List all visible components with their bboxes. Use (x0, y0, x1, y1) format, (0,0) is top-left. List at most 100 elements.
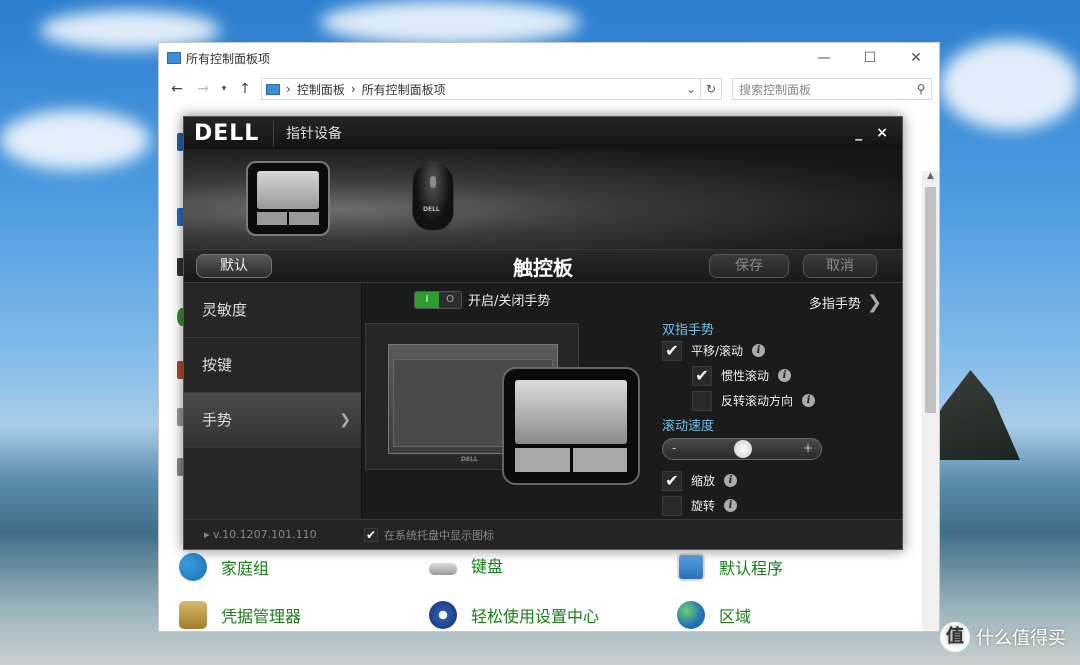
close-button[interactable]: ✕ (893, 50, 939, 66)
panel-title: 触控板 (513, 255, 573, 280)
reverse-scroll-checkbox[interactable] (692, 390, 712, 411)
pan-scroll-checkbox[interactable]: ✔ (662, 340, 682, 361)
navigation-bar: ← → ▾ ↑ › 控制面板 › 所有控制面板项 ⌄ ↻ 搜索控制面板 ⚲ (159, 73, 939, 105)
maximize-button[interactable]: ☐ (847, 50, 893, 66)
mouse-icon[interactable]: DELL (412, 161, 454, 231)
search-box[interactable]: 搜索控制面板 ⚲ (732, 78, 932, 100)
scroll-speed-slider[interactable]: - + (662, 438, 822, 460)
info-icon[interactable]: i (752, 344, 766, 357)
dialog-title-bar: DELL 指针设备 _ × (184, 117, 902, 149)
item-ease-of-access[interactable]: 轻松使用设置中心 (429, 601, 599, 629)
save-button[interactable]: 保存 (709, 254, 789, 278)
control-panel-small-icon (266, 83, 280, 95)
control-panel-icon (167, 52, 181, 64)
breadcrumb-control-panel[interactable]: 控制面板 (297, 81, 345, 98)
two-finger-section-title: 双指手势 (662, 323, 715, 338)
multi-finger-gestures-link[interactable]: 多指手势 ❯ (809, 292, 882, 313)
ease-of-access-icon (429, 601, 457, 629)
breadcrumb-all-items[interactable]: 所有控制面板项 (362, 81, 446, 98)
window-title: 所有控制面板项 (186, 51, 271, 66)
sidebar-item-gestures[interactable]: 手势 ❯ (184, 393, 361, 448)
default-button[interactable]: 默认 (196, 254, 272, 278)
show-tray-icon-option: ✔ 在系统托盘中显示图标 (364, 527, 494, 543)
item-keyboard[interactable]: 键盘 (429, 553, 503, 577)
slider-minus: - (672, 441, 677, 455)
sidebar-item-label: 手势 (202, 411, 233, 429)
item-default-programs[interactable]: 默认程序 (677, 553, 783, 581)
show-tray-icon-checkbox[interactable]: ✔ (364, 527, 378, 542)
device-selector: DELL (184, 149, 902, 249)
up-arrow-icon[interactable]: ↑ (235, 81, 255, 97)
forward-arrow-icon[interactable]: → (193, 81, 213, 97)
item-region[interactable]: 区域 (677, 601, 751, 629)
region-icon (677, 601, 705, 629)
item-credential-manager[interactable]: 凭据管理器 (179, 601, 301, 629)
option-label: 缩放 (691, 474, 716, 488)
vertical-scrollbar[interactable]: ▲ (922, 171, 939, 631)
zoom-checkbox[interactable]: ✔ (662, 470, 682, 491)
item-label: 轻松使用设置中心 (471, 607, 600, 626)
rotate-checkbox[interactable] (662, 495, 682, 516)
info-icon[interactable]: i (778, 369, 792, 382)
option-label: 平移/滚动 (691, 344, 744, 358)
chevron-right-icon: ❯ (866, 292, 882, 313)
sidebar-item-label: 按键 (202, 356, 233, 374)
sidebar-item-label: 灵敏度 (202, 301, 248, 319)
item-homegroup[interactable]: 家庭组 (179, 553, 269, 581)
slider-knob[interactable] (734, 440, 752, 458)
dialog-minimize-button[interactable]: _ (855, 125, 862, 141)
gesture-toggle-switch[interactable]: I O (414, 291, 462, 309)
sidebar-item-sensitivity[interactable]: 灵敏度 (184, 283, 361, 338)
scroll-up-arrow-icon[interactable]: ▲ (922, 171, 939, 181)
dell-logo: DELL (184, 120, 274, 146)
touchpad-icon[interactable] (246, 161, 330, 236)
multi-finger-label: 多指手势 (808, 297, 861, 312)
dell-pointing-device-dialog: DELL 指针设备 _ × DELL 默认 触控板 保存 取消 灵敏度 按键 手… (183, 116, 903, 550)
touchpad-illustration (502, 367, 640, 485)
refresh-icon[interactable]: ↻ (700, 78, 722, 100)
address-bar[interactable]: › 控制面板 › 所有控制面板项 ⌄ (261, 78, 701, 100)
cloud (320, 0, 580, 45)
sidebar-item-buttons[interactable]: 按键 (184, 338, 361, 393)
cancel-button[interactable]: 取消 (803, 254, 877, 278)
default-programs-icon (677, 553, 705, 581)
back-arrow-icon[interactable]: ← (167, 81, 187, 97)
inertial-scroll-checkbox[interactable]: ✔ (692, 365, 712, 386)
item-label: 区域 (719, 607, 752, 626)
dialog-title: 指针设备 (286, 126, 342, 142)
address-dropdown-icon[interactable]: ⌄ (682, 82, 700, 96)
item-label: 键盘 (471, 557, 504, 576)
cloud (0, 110, 150, 170)
info-icon[interactable]: i (724, 474, 738, 487)
option-label: 旋转 (691, 499, 716, 513)
info-icon[interactable]: i (724, 499, 738, 512)
toggle-on-segment: I (415, 292, 439, 308)
dialog-body: 灵敏度 按键 手势 ❯ I O 开启/关闭手势 多指手势 ❯ DELL 双指手势… (184, 283, 902, 519)
breadcrumb-separator: › (286, 82, 291, 96)
gesture-settings-panel: I O 开启/关闭手势 多指手势 ❯ DELL 双指手势 ✔ 平移/滚动 i ✔… (362, 283, 902, 519)
watermark-text: 什么值得买 (976, 628, 1066, 649)
window-controls: — ☐ ✕ (801, 50, 939, 66)
mouse-brand-mark: DELL (423, 206, 440, 213)
option-pan-scroll: ✔ 平移/滚动 i (662, 338, 892, 363)
option-label: 反转滚动方向 (721, 394, 794, 408)
breadcrumb-separator: › (350, 82, 356, 96)
option-reverse-scroll: 反转滚动方向 i (662, 388, 892, 413)
credential-manager-icon (179, 601, 207, 629)
keyboard-icon (429, 563, 457, 575)
scrollbar-thumb[interactable] (925, 187, 936, 413)
search-icon[interactable]: ⚲ (911, 82, 931, 96)
info-icon[interactable]: i (802, 394, 816, 407)
recent-locations-chevron-icon[interactable]: ▾ (219, 84, 229, 94)
dialog-close-button[interactable]: × (876, 125, 888, 141)
minimize-button[interactable]: — (801, 50, 847, 66)
toggle-off-segment: O (446, 294, 454, 305)
touchpad-surface (515, 380, 627, 444)
gesture-toggle-label: 开启/关闭手势 (468, 294, 551, 309)
item-label: 凭据管理器 (221, 607, 302, 626)
preview-brand-mark: DELL (461, 456, 478, 463)
touchpad-surface (257, 171, 319, 209)
dialog-toolbar: 默认 触控板 保存 取消 (184, 249, 902, 283)
scroll-speed-title: 滚动速度 (662, 419, 715, 434)
item-label: 家庭组 (221, 559, 270, 578)
